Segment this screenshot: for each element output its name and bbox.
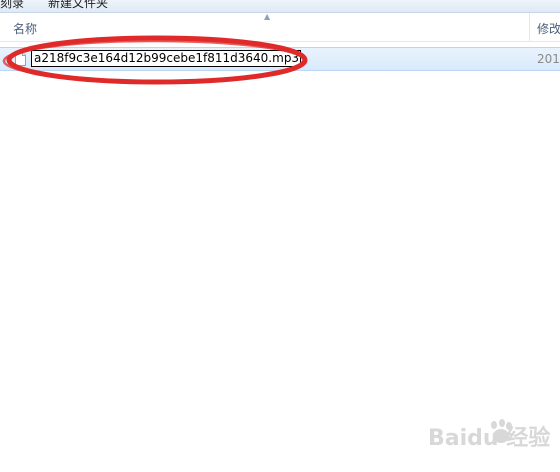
burn-button[interactable]: 刻录 — [0, 0, 24, 11]
column-header-row: 名称 ▲ 修改 — [0, 13, 560, 42]
file-row-selected[interactable]: a218f9c3e164d12b99cebe1f811d3640.mp3 201 — [0, 47, 560, 71]
file-modified-date: 201 — [537, 52, 560, 66]
column-header-name[interactable]: 名称 — [13, 20, 37, 37]
rename-input[interactable]: a218f9c3e164d12b99cebe1f811d3640.mp3 — [31, 50, 301, 67]
file-icon — [15, 52, 26, 66]
new-folder-button[interactable]: 新建文件夹 — [48, 0, 108, 11]
text-caret — [300, 51, 301, 64]
toolbar: 刻录 新建文件夹 — [0, 0, 560, 13]
sort-ascending-icon: ▲ — [264, 12, 271, 21]
column-divider[interactable] — [529, 13, 530, 41]
file-explorer-window: 刻录 新建文件夹 名称 ▲ 修改 a218f9c3e164d12b99cebe1… — [0, 0, 560, 472]
watermark-text: Baidu 经验 — [428, 425, 550, 451]
rename-input-text: a218f9c3e164d12b99cebe1f811d3640.mp3 — [34, 51, 300, 65]
column-header-modified[interactable]: 修改 — [537, 20, 560, 37]
baidu-jingyan-watermark: Baidu 经验 — [428, 419, 550, 451]
